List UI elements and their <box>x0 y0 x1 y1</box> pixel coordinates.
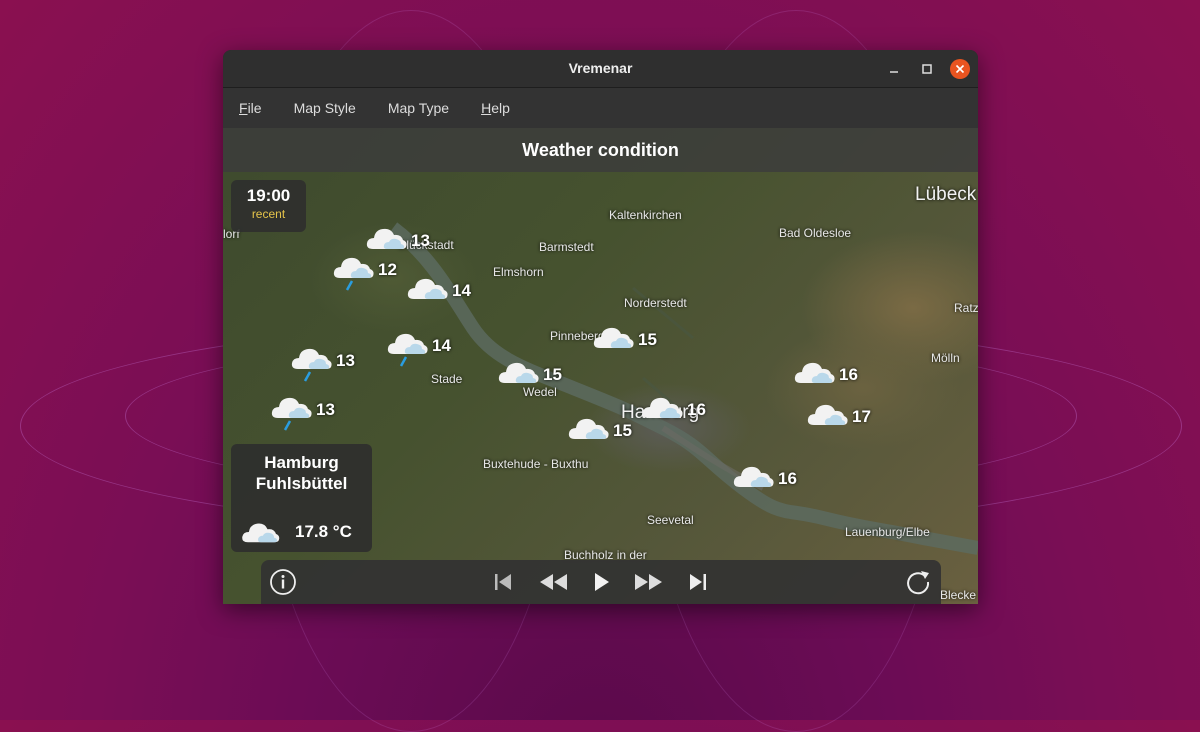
place-label: Bad Oldesloe <box>779 226 852 240</box>
skip-first-button[interactable] <box>488 567 518 597</box>
close-button[interactable] <box>950 59 970 79</box>
temperature-value: 16 <box>839 365 858 384</box>
skip-last-icon <box>690 574 706 590</box>
skip-first-icon <box>495 574 511 590</box>
place-label: Seevetal <box>647 513 694 527</box>
rain-icon <box>387 333 428 367</box>
temperature-value: 14 <box>432 336 451 355</box>
cloudy-icon <box>242 523 280 543</box>
menu-map-type-label: Map Type <box>387 100 450 116</box>
place-label: Barmstedt <box>539 240 594 254</box>
temperature-value: 15 <box>543 365 562 384</box>
temperature-value: 14 <box>452 281 471 300</box>
place-label: Lübeck <box>915 184 977 205</box>
rewind-icon <box>540 574 567 590</box>
station-name-line2: Fuhlsbüttel <box>255 474 348 493</box>
temperature-value: 15 <box>613 421 632 440</box>
cloudy-icon <box>642 397 683 418</box>
time-status: recent <box>251 207 286 221</box>
place-label: Lauenburg/Elbe <box>845 525 930 539</box>
place-label: Norderstedt <box>624 296 687 310</box>
fast-forward-icon <box>635 574 662 590</box>
menu-help-mnemonic: H <box>481 100 492 116</box>
maximize-button[interactable] <box>917 59 937 79</box>
temperature-value: 13 <box>336 351 355 370</box>
cloudy-icon <box>498 362 539 383</box>
rain-icon <box>291 348 332 382</box>
temperature-value: 15 <box>638 330 657 349</box>
cloudy-icon <box>366 228 407 249</box>
station-temperature: 17.8 °C <box>295 522 352 541</box>
map-type-banner: Weather condition <box>223 128 978 172</box>
temperature-value: 13 <box>316 400 335 419</box>
play-icon <box>595 573 609 591</box>
menu-help-label: elp <box>491 100 510 116</box>
menu-file-label: ile <box>247 100 262 116</box>
minimize-button[interactable] <box>884 59 904 79</box>
cloudy-icon <box>807 404 848 425</box>
station-name-line1: Hamburg <box>264 453 339 472</box>
menu-bar: File Map Style Map Type Help <box>223 88 978 128</box>
menu-map-style-label: Map Style <box>293 100 356 116</box>
place-label: Elmshorn <box>493 265 544 279</box>
info-icon <box>270 569 296 595</box>
menu-file[interactable]: File <box>239 100 262 116</box>
cloudy-icon <box>593 327 634 348</box>
station-name: Hamburg Fuhlsbüttel <box>231 452 372 494</box>
playback-controls <box>261 560 941 604</box>
cloudy-icon <box>733 466 774 487</box>
station-conditions: 17.8 °C <box>239 518 369 548</box>
temperature-value: 12 <box>378 260 397 279</box>
app-window: Vremenar File Map Style Map Type Help We… <box>223 50 978 604</box>
temperature-value: 16 <box>778 469 797 488</box>
place-label: Blecke <box>940 588 977 602</box>
rewind-button[interactable] <box>536 567 570 597</box>
menu-map-type[interactable]: Map Type <box>388 100 449 116</box>
menu-help[interactable]: Help <box>481 100 510 116</box>
rain-icon <box>271 397 312 431</box>
cloudy-icon <box>794 362 835 383</box>
place-label: Mölln <box>931 351 960 365</box>
refresh-button[interactable] <box>903 567 933 597</box>
current-station-panel[interactable]: Hamburg Fuhlsbüttel 17.8 °C <box>231 444 372 552</box>
time-indicator: 19:00 recent <box>231 180 306 232</box>
temperature-value: 17 <box>852 407 871 426</box>
close-icon <box>955 64 965 74</box>
rain-icon <box>333 257 374 291</box>
window-title: Vremenar <box>568 60 633 76</box>
cloudy-icon <box>568 418 609 439</box>
place-label: Wedel <box>523 385 557 399</box>
menu-file-mnemonic: F <box>239 100 248 116</box>
refresh-icon <box>907 571 930 595</box>
play-button[interactable] <box>586 567 616 597</box>
place-label: Ratz <box>954 301 978 315</box>
place-label: Kaltenkirchen <box>609 208 682 222</box>
title-bar[interactable]: Vremenar <box>223 50 978 88</box>
skip-last-button[interactable] <box>683 567 713 597</box>
weather-map[interactable]: Weather condition Lübeck Kaltenkirchen B… <box>223 128 978 604</box>
time-value: 19:00 <box>246 186 291 205</box>
cloudy-icon <box>407 278 448 299</box>
info-button[interactable] <box>268 567 298 597</box>
temperature-value: 16 <box>687 400 706 419</box>
place-label: Buxtehude - Buxthu <box>483 457 589 471</box>
temperature-value: 13 <box>411 231 430 250</box>
fast-forward-button[interactable] <box>632 567 666 597</box>
menu-map-style[interactable]: Map Style <box>294 100 356 116</box>
place-label: Stade <box>431 372 463 386</box>
minimize-icon <box>890 71 898 73</box>
maximize-icon <box>922 64 932 74</box>
